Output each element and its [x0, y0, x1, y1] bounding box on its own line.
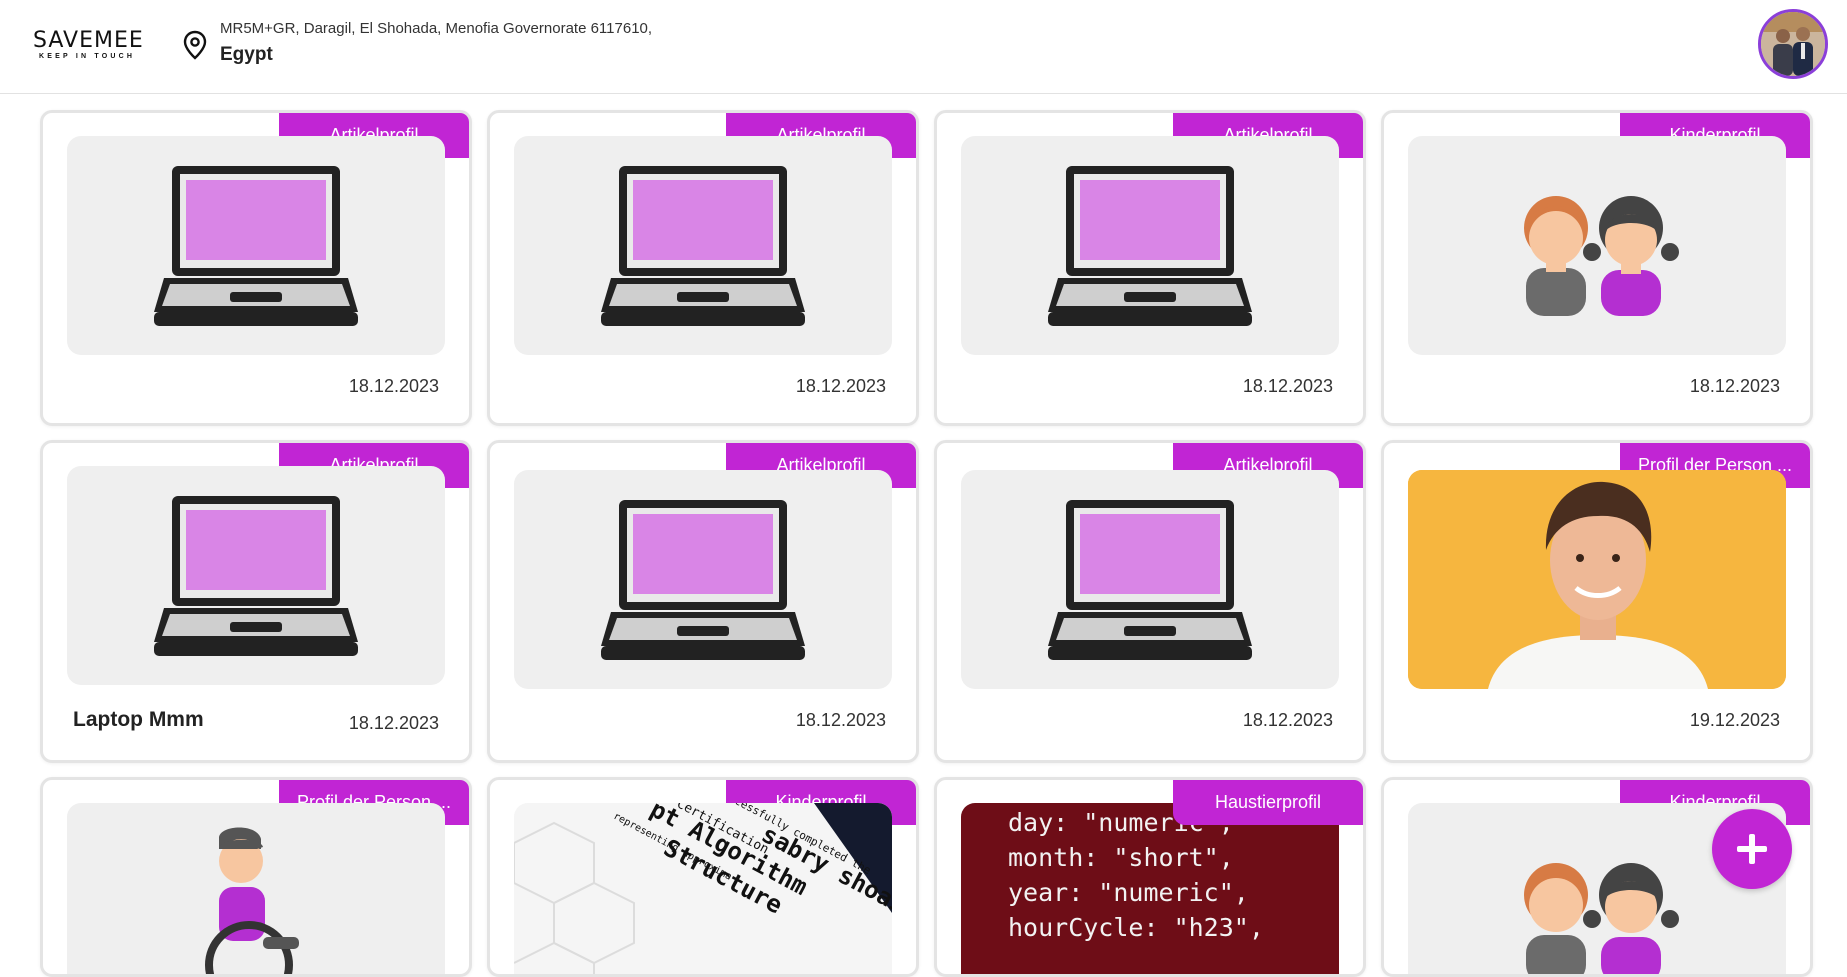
- logo[interactable]: SAVEMEE KEEP IN TOUCH: [33, 30, 153, 61]
- boy-photo: [1408, 470, 1786, 689]
- code-screenshot: day: "numeric", month: "short", year: "n…: [961, 803, 1339, 974]
- user-avatar[interactable]: [1758, 9, 1828, 79]
- laptop-icon: [961, 470, 1339, 689]
- card-date: 19.12.2023: [1689, 710, 1780, 730]
- brand-name: SAVEMEE: [33, 28, 144, 53]
- code-line: year: "numeric",: [1008, 878, 1249, 907]
- profile-card[interactable]: Kinderprofil eveloper Certification pt A…: [487, 777, 919, 977]
- card-date: 18.12.2023: [348, 376, 439, 396]
- profile-card[interactable]: Artikelprofil 18.12.2023: [487, 440, 919, 763]
- profile-card[interactable]: Artikelprofil 18.12.2023: [934, 110, 1366, 426]
- profile-card[interactable]: Profil der Person ... 19.12.2023: [1381, 440, 1813, 763]
- profile-card[interactable]: Kinderprofil 18.12.2023: [1381, 110, 1813, 426]
- laptop-icon: [67, 136, 445, 355]
- code-line: month: "short",: [1008, 843, 1234, 872]
- profile-type-badge: Haustierprofil: [1173, 780, 1363, 825]
- laptop-icon: [514, 136, 892, 355]
- card-date: 18.12.2023: [1689, 376, 1780, 396]
- wheelchair-person-icon: [67, 803, 445, 974]
- code-line: hourCycle: "h23",: [1008, 913, 1264, 942]
- card-title: Laptop Mmm: [73, 708, 204, 731]
- plus-icon: [1737, 834, 1767, 864]
- profile-card[interactable]: Artikelprofil 18.12.2023: [934, 440, 1366, 763]
- card-date: 18.12.2023: [795, 710, 886, 730]
- profile-card[interactable]: Artikelprofil Laptop Mmm 18.12.2023: [40, 440, 472, 763]
- children-icon: [1408, 136, 1786, 355]
- card-date: 18.12.2023: [795, 376, 886, 396]
- laptop-icon: [514, 470, 892, 689]
- address-line-1[interactable]: MR5M+GR, Daragil, El Shohada, Menofia Go…: [220, 20, 652, 37]
- certificate-photo: eveloper Certification pt Algorithm Stru…: [514, 803, 892, 974]
- laptop-icon: [67, 466, 445, 685]
- profile-card[interactable]: Artikelprofil 18.12.2023: [487, 110, 919, 426]
- top-bar: SAVEMEE KEEP IN TOUCH MR5M+GR, Daragil, …: [0, 0, 1847, 94]
- profile-card[interactable]: Profil der Person ...: [40, 777, 472, 977]
- card-date: 18.12.2023: [1242, 376, 1333, 396]
- profile-card[interactable]: Artikelprofil 18.12.2023: [40, 110, 472, 426]
- add-profile-button[interactable]: [1712, 809, 1792, 889]
- location-pin-icon: [183, 30, 207, 60]
- brand-tagline: KEEP IN TOUCH: [39, 53, 136, 60]
- address-line-2[interactable]: Egypt: [220, 44, 273, 66]
- laptop-icon: [961, 136, 1339, 355]
- profile-card[interactable]: day: "numeric", month: "short", year: "n…: [934, 777, 1366, 977]
- card-date: 18.12.2023: [1242, 710, 1333, 730]
- card-date: 18.12.2023: [348, 713, 439, 733]
